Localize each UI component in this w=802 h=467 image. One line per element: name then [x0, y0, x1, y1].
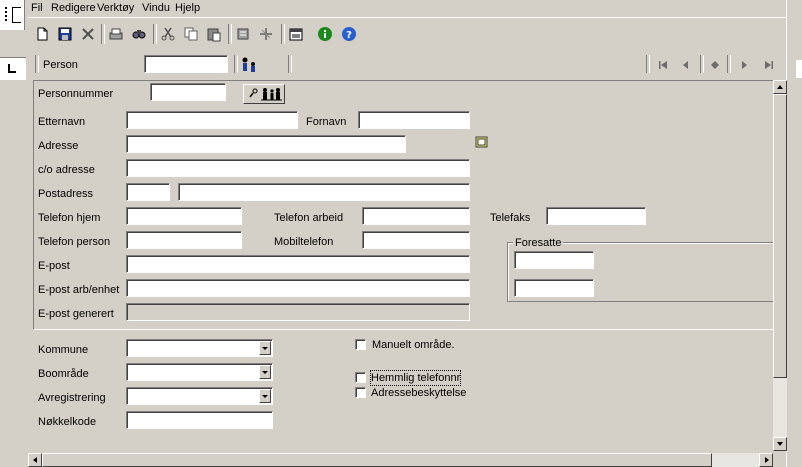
epost-generert-field [126, 303, 470, 321]
fornavn-field[interactable] [358, 111, 470, 129]
menu-vindu[interactable]: Vindu [142, 2, 170, 15]
parent-window-right-edge [796, 60, 802, 78]
poststed-field[interactable] [178, 183, 470, 201]
chevron-down-icon[interactable] [259, 365, 271, 379]
personnummer-label: Personnummer [38, 88, 114, 100]
telefaks-label: Telefaks [490, 212, 531, 224]
epost-generert-label: E-post generert [38, 308, 114, 320]
menu-fil[interactable]: Fil [31, 2, 43, 15]
info-icon[interactable] [317, 26, 333, 42]
avregistrering-dropdown[interactable] [126, 387, 273, 405]
scroll-right-button[interactable] [759, 453, 773, 467]
boomrade-dropdown[interactable] [126, 363, 273, 381]
epost-arb-label: E-post arb/enhet [38, 284, 120, 296]
nokkelkode-label: Nøkkelkode [38, 416, 97, 428]
find-icon[interactable] [131, 26, 147, 42]
last-record-icon[interactable] [760, 58, 776, 72]
menu-redigere[interactable]: Redigere [51, 2, 96, 15]
vertical-scroll-thumb[interactable] [773, 94, 787, 378]
telefon-arbeid-field[interactable] [362, 207, 470, 225]
foresatte-1-field[interactable] [514, 251, 594, 269]
insert-record-icon[interactable] [258, 26, 274, 42]
person-lookup-icon[interactable] [240, 56, 260, 74]
person-label: Person [43, 59, 78, 71]
adresse-label: Adresse [38, 140, 79, 152]
fornavn-label: Fornavn [306, 116, 347, 128]
parent-window-corner-icon [0, 57, 26, 80]
epost-arb-field[interactable] [126, 279, 470, 297]
svg-text:?: ? [346, 30, 352, 41]
clear-icon[interactable] [235, 26, 251, 42]
address-lookup-icon[interactable] [475, 136, 489, 149]
epost-field[interactable] [126, 255, 470, 273]
avregistrering-label: Avregistrering [38, 392, 106, 404]
menu-bar: Fil Redigere Verktøy Vindu Hjelp [28, 0, 786, 16]
kommune-label: Kommune [38, 344, 89, 356]
boomrade-label: Boområde [38, 368, 89, 380]
chevron-down-icon[interactable] [259, 389, 271, 403]
personnummer-field[interactable] [150, 83, 226, 101]
next-record-icon[interactable] [736, 58, 752, 72]
mobiltelefon-field[interactable] [362, 231, 470, 249]
hemmelig-telefonnr-label: Hemmlig telefonnr [369, 370, 462, 386]
cut-icon[interactable] [160, 26, 176, 42]
manuelt-omrade-checkbox[interactable] [355, 339, 366, 350]
kommune-dropdown[interactable] [126, 339, 273, 357]
telefon-person-label: Telefon person [38, 236, 111, 248]
adresse-field[interactable] [126, 135, 406, 153]
toolbar: ? [28, 17, 786, 51]
previous-record-icon[interactable] [678, 58, 694, 72]
etternavn-field[interactable] [126, 111, 298, 129]
copy-icon[interactable] [183, 26, 199, 42]
horizontal-scroll-thumb[interactable] [42, 453, 712, 467]
manuelt-omrade-label: Manuelt område. [372, 339, 455, 351]
mobiltelefon-label: Mobiltelefon [274, 236, 334, 248]
co-adresse-field[interactable] [126, 159, 470, 177]
etternavn-label: Etternavn [38, 116, 86, 128]
epost-label: E-post [38, 260, 70, 272]
telefon-hjem-label: Telefon hjem [38, 212, 101, 224]
co-adresse-label: c/o adresse [38, 164, 95, 176]
properties-icon[interactable] [288, 26, 304, 42]
scroll-down-button[interactable] [773, 437, 787, 451]
scroll-left-button[interactable] [28, 453, 42, 467]
help-icon[interactable]: ? [341, 26, 357, 42]
foresatte-label: Foresatte [513, 236, 564, 250]
adressebeskyttelse-label: Adressebeskyttelse [371, 387, 467, 399]
delete-icon[interactable] [80, 26, 96, 42]
foresatte-2-field[interactable] [514, 279, 594, 297]
postnummer-field[interactable] [126, 183, 170, 201]
current-record-icon[interactable] [707, 58, 723, 72]
postadress-label: Postadress [38, 188, 94, 200]
adressebeskyttelse-checkbox[interactable] [355, 387, 366, 398]
save-icon[interactable] [57, 26, 73, 42]
parent-toolbar-handle [0, 0, 25, 30]
paste-icon[interactable] [206, 26, 222, 42]
chevron-down-icon[interactable] [259, 341, 271, 355]
person-field[interactable] [144, 55, 228, 73]
telefaks-field[interactable] [546, 207, 646, 225]
new-document-icon[interactable] [34, 26, 50, 42]
print-icon[interactable] [108, 26, 124, 42]
scroll-up-button[interactable] [773, 80, 787, 94]
menu-verktoy[interactable]: Verktøy [97, 2, 134, 15]
telefon-arbeid-label: Telefon arbeid [274, 212, 344, 224]
telefon-hjem-field[interactable] [126, 207, 242, 225]
first-record-icon[interactable] [656, 58, 672, 72]
hemmelig-telefonnr-checkbox[interactable] [355, 372, 366, 383]
search-person-button[interactable] [243, 84, 285, 104]
nokkelkode-field[interactable] [126, 411, 273, 429]
telefon-person-field[interactable] [126, 231, 242, 249]
menu-hjelp[interactable]: Hjelp [175, 2, 200, 15]
